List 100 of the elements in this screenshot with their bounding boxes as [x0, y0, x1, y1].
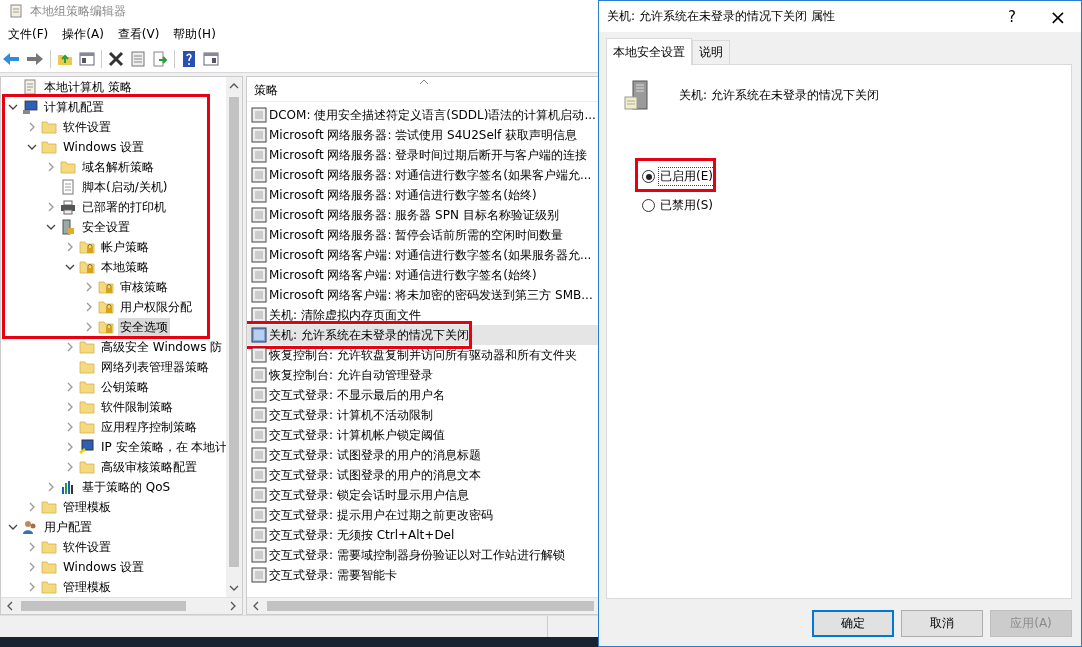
tab[interactable]: 本地安全设置 — [606, 38, 692, 65]
policy-row[interactable]: 恢复控制台: 允许软盘复制并访问所有驱动器和所有文件夹 — [247, 345, 598, 365]
scroll-down-icon[interactable] — [229, 583, 239, 593]
policy-row[interactable]: 交互式登录: 计算机帐户锁定阈值 — [247, 425, 598, 445]
policy-row[interactable]: 交互式登录: 锁定会话时显示用户信息 — [247, 485, 598, 505]
tab[interactable]: 说明 — [692, 40, 730, 64]
policy-icon — [251, 107, 267, 123]
policy-row[interactable]: Microsoft 网络服务器: 登录时间过期后断开与客户端的连接 — [247, 145, 598, 165]
close-button[interactable]: × — [1035, 4, 1081, 29]
help-button[interactable]: ? — [989, 7, 1035, 26]
policy-row[interactable]: 交互式登录: 需要域控制器身份验证以对工作站进行解锁 — [247, 545, 598, 565]
dialog-button[interactable]: 确定 — [812, 610, 894, 637]
scroll-right-icon[interactable] — [228, 601, 238, 611]
chevron-right-icon[interactable] — [84, 282, 94, 292]
chevron-down-icon[interactable] — [46, 222, 56, 232]
policy-row[interactable]: DCOM: 使用安全描述符定义语言(SDDL)语法的计算机启动... — [247, 105, 598, 125]
chevron-right-icon[interactable] — [27, 502, 37, 512]
back-icon[interactable] — [2, 51, 20, 67]
chevron-down-icon[interactable] — [8, 522, 18, 532]
chevron-right-icon[interactable] — [65, 462, 75, 472]
show-pane-icon[interactable] — [203, 51, 219, 67]
show-tree-icon[interactable] — [79, 51, 95, 67]
policy-row[interactable]: 交互式登录: 需要智能卡 — [247, 565, 598, 585]
tree-item[interactable]: 安全选项 — [118, 317, 170, 337]
chevron-down-icon[interactable] — [27, 142, 37, 152]
policy-row[interactable]: Microsoft 网络服务器: 尝试使用 S4U2Self 获取声明信息 — [247, 125, 598, 145]
policy-row[interactable]: 交互式登录: 提示用户在过期之前更改密码 — [247, 505, 598, 525]
tree-item[interactable]: 已部署的打印机 — [80, 197, 168, 217]
tree-item[interactable]: 基于策略的 QoS — [80, 477, 173, 497]
tree-item[interactable]: 软件设置 — [61, 537, 113, 557]
tree-item[interactable]: 安全设置 — [80, 217, 132, 237]
forward-icon[interactable] — [26, 51, 44, 67]
tree-item[interactable]: 本地计算机 策略 — [42, 77, 134, 97]
menu-item[interactable]: 文件(F) — [8, 24, 49, 44]
policy-row[interactable]: Microsoft 网络客户端: 将未加密的密码发送到第三方 SMB... — [247, 285, 598, 305]
chevron-right-icon[interactable] — [46, 482, 56, 492]
scroll-left-icon[interactable] — [251, 601, 261, 611]
policy-row[interactable]: 恢复控制台: 允许自动管理登录 — [247, 365, 598, 385]
scroll-up-icon[interactable] — [229, 81, 239, 91]
policy-row[interactable]: 关机: 清除虚拟内存页面文件 — [247, 305, 598, 325]
chevron-right-icon[interactable] — [65, 242, 75, 252]
tree-item[interactable]: 审核策略 — [118, 277, 170, 297]
chevron-right-icon[interactable] — [27, 562, 37, 572]
policy-row[interactable]: Microsoft 网络服务器: 暂停会话前所需的空闲时间数量 — [247, 225, 598, 245]
policy-row[interactable]: Microsoft 网络服务器: 对通信进行数字签名(始终) — [247, 185, 598, 205]
chevron-right-icon[interactable] — [27, 542, 37, 552]
tree-item[interactable]: 高级安全 Windows 防 — [99, 337, 225, 357]
properties-icon[interactable] — [130, 51, 146, 67]
scroll-left-icon[interactable] — [5, 601, 15, 611]
menu-item[interactable]: 帮助(H) — [173, 24, 216, 44]
policy-row[interactable]: 交互式登录: 试图登录的用户的消息标题 — [247, 445, 598, 465]
chevron-right-icon[interactable] — [65, 402, 75, 412]
tree-item[interactable]: Windows 设置 — [61, 137, 147, 157]
policy-row[interactable]: Microsoft 网络客户端: 对通信进行数字签名(如果服务器允... — [247, 245, 598, 265]
chevron-right-icon[interactable] — [46, 202, 56, 212]
tree-item[interactable]: 管理模板 — [61, 497, 113, 517]
menu-item[interactable]: 查看(V) — [117, 24, 160, 44]
chevron-right-icon[interactable] — [65, 382, 75, 392]
chevron-down-icon[interactable] — [65, 262, 75, 272]
tree-item[interactable]: 软件限制策略 — [99, 397, 175, 417]
tree-item[interactable]: 域名解析策略 — [80, 157, 156, 177]
policy-row[interactable]: 交互式登录: 无须按 Ctrl+Alt+Del — [247, 525, 598, 545]
chevron-right-icon[interactable] — [84, 322, 94, 332]
tree-item[interactable]: 高级审核策略配置 — [99, 457, 199, 477]
column-header[interactable]: 策略 — [254, 82, 278, 99]
policy-row[interactable]: 交互式登录: 试图登录的用户的消息文本 — [247, 465, 598, 485]
chevron-right-icon[interactable] — [65, 422, 75, 432]
scrollbar[interactable] — [247, 597, 598, 614]
tree-item[interactable]: 脚本(启动/关机) — [80, 177, 170, 197]
tree-item[interactable]: 公钥策略 — [99, 377, 151, 397]
policy-row[interactable]: Microsoft 网络服务器: 对通信进行数字签名(如果客户端允... — [247, 165, 598, 185]
chevron-right-icon[interactable] — [46, 162, 56, 172]
tree-item[interactable]: 用户权限分配 — [118, 297, 194, 317]
tree-item[interactable]: 用户配置 — [42, 517, 94, 537]
tree-item[interactable]: 应用程序控制策略 — [99, 417, 199, 437]
tree-item[interactable]: 管理模板 — [61, 577, 113, 597]
chevron-right-icon[interactable] — [65, 342, 75, 352]
scrollbar[interactable] — [1, 597, 242, 614]
chevron-right-icon[interactable] — [27, 122, 37, 132]
scrollbar[interactable] — [226, 77, 242, 597]
help-icon[interactable] — [181, 51, 197, 67]
export-icon[interactable] — [152, 51, 168, 67]
tree-item[interactable]: 本地策略 — [99, 257, 151, 277]
radio-button[interactable]: 已禁用(S) — [642, 196, 715, 215]
policy-row[interactable]: Microsoft 网络客户端: 对通信进行数字签名(始终) — [247, 265, 598, 285]
policy-row[interactable]: 交互式登录: 不显示最后的用户名 — [247, 385, 598, 405]
dialog-button[interactable]: 取消 — [901, 610, 983, 637]
tree-item[interactable]: 计算机配置 — [42, 97, 106, 117]
chevron-down-icon[interactable] — [8, 102, 18, 112]
policy-row[interactable]: Microsoft 网络服务器: 服务器 SPN 目标名称验证级别 — [247, 205, 598, 225]
chevron-right-icon[interactable] — [65, 442, 75, 452]
chevron-right-icon[interactable] — [84, 302, 94, 312]
tree-item[interactable]: 网络列表管理器策略 — [99, 357, 211, 377]
tree-item[interactable]: 帐户策略 — [99, 237, 151, 257]
policy-row[interactable]: 交互式登录: 计算机不活动限制 — [247, 405, 598, 425]
tree-item[interactable]: Windows 设置 — [61, 557, 147, 577]
tree-item[interactable]: 软件设置 — [61, 117, 113, 137]
menu-item[interactable]: 操作(A) — [62, 24, 104, 44]
delete-icon[interactable] — [108, 51, 124, 67]
chevron-right-icon[interactable] — [27, 582, 37, 592]
